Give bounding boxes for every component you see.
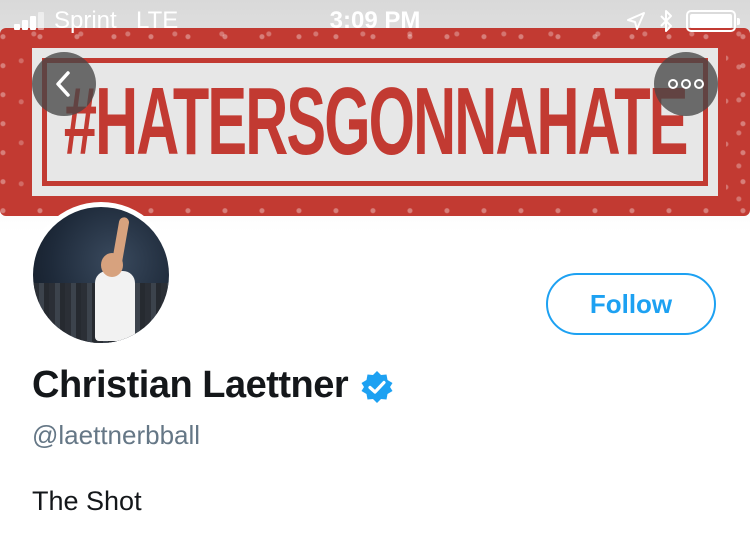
profile-avatar[interactable] xyxy=(28,202,174,348)
display-name: Christian Laettner xyxy=(32,364,349,406)
location-arrow-icon xyxy=(627,12,645,30)
follow-button[interactable]: Follow xyxy=(546,273,716,335)
verified-badge-icon xyxy=(361,370,393,403)
banner-text: #HATERSGONNAHATE xyxy=(63,68,689,175)
battery-icon xyxy=(686,10,740,32)
profile-bio: The Shot xyxy=(32,486,142,516)
bluetooth-icon xyxy=(660,10,672,32)
banner-stamp-frame: #HATERSGONNAHATE xyxy=(24,40,726,204)
profile-handle: @laettnerbball xyxy=(32,420,201,450)
back-button[interactable] xyxy=(32,52,96,116)
avatar-photo xyxy=(33,207,169,343)
status-icons xyxy=(626,9,740,33)
banner-stamp: #HATERSGONNAHATE xyxy=(0,28,750,216)
more-options-button[interactable] xyxy=(654,52,718,116)
more-dots-icon xyxy=(668,79,704,89)
status-bar: Sprint LTE 3:09 PM xyxy=(0,0,750,40)
profile-name-row: Christian Laettner xyxy=(32,364,394,407)
chevron-left-icon xyxy=(56,71,70,97)
